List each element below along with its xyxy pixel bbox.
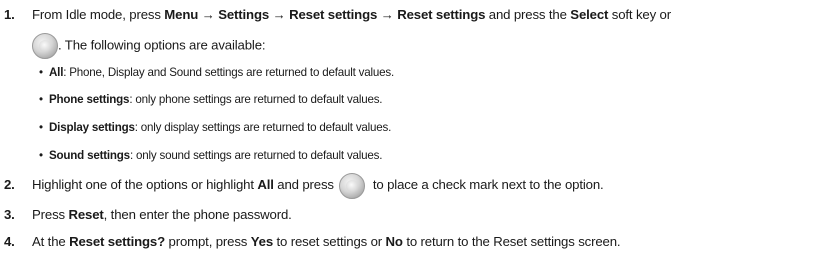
step-number: 2. xyxy=(4,177,15,192)
option-description: : only display settings are returned to … xyxy=(134,121,392,134)
yes-label: Yes xyxy=(250,234,274,249)
option-description: : only sound settings are returned to de… xyxy=(129,149,383,162)
bullet-icon: • xyxy=(39,93,43,106)
no-label: No xyxy=(385,234,403,249)
reset-prompt-label: Reset settings? xyxy=(69,234,166,249)
option-bullet-phone-settings: • Phone settings: only phone settings are… xyxy=(39,92,383,107)
step-number: 1. xyxy=(4,7,15,22)
text-run: Highlight one of the options or highligh… xyxy=(32,177,258,192)
text-run: Press xyxy=(32,207,69,222)
arrow-glyph: → xyxy=(198,7,219,22)
step-text: Press Reset, then enter the phone passwo… xyxy=(32,206,292,223)
step-text: From Idle mode, press Menu → Settings → … xyxy=(32,6,671,23)
instruction-page: 1. From Idle mode, press Menu → Settings… xyxy=(0,0,833,279)
text-run: soft key or xyxy=(608,7,671,22)
step-text: At the Reset settings? prompt, press Yes… xyxy=(32,233,621,250)
option-description: : only phone settings are returned to de… xyxy=(129,93,383,106)
option-name: All xyxy=(49,66,64,79)
text-run: . The following options are available: xyxy=(58,37,266,53)
text-run: , then enter the phone password. xyxy=(103,207,292,222)
step-1-continuation: . The following options are available: xyxy=(32,33,266,59)
menu-key-label: Menu xyxy=(164,7,199,22)
step-number: 3. xyxy=(4,207,15,222)
text-run: From Idle mode, press xyxy=(32,7,165,22)
text-run: to place a check mark next to the option… xyxy=(369,177,604,192)
bullet-icon: • xyxy=(39,66,43,79)
bullet-icon: • xyxy=(39,149,43,162)
option-name: Phone settings xyxy=(49,93,130,106)
reset-settings-label: Reset settings xyxy=(397,7,486,22)
reset-key-label: Reset xyxy=(68,207,104,222)
arrow-glyph: → xyxy=(377,7,398,22)
step-number: 4. xyxy=(4,234,15,249)
navigation-key-icon xyxy=(339,172,366,199)
text-run: to reset settings or xyxy=(273,234,386,249)
all-option-label: All xyxy=(257,177,274,192)
bullet-icon: • xyxy=(39,121,43,134)
step-text: Highlight one of the options or highligh… xyxy=(32,172,604,199)
text-run: and press xyxy=(273,177,338,192)
option-description: : Phone, Display and Sound settings are … xyxy=(63,66,394,79)
settings-label: Settings xyxy=(218,7,270,22)
navigation-key-icon xyxy=(32,33,58,59)
option-bullet-display-settings: • Display settings: only display settings… xyxy=(39,120,391,135)
option-name: Display settings xyxy=(49,121,135,134)
text-run: prompt, press xyxy=(165,234,251,249)
text-run: At the xyxy=(32,234,70,249)
select-key-label: Select xyxy=(570,7,609,22)
text-run: and press the xyxy=(485,7,571,22)
arrow-glyph: → xyxy=(269,7,290,22)
text-run: to return to the Reset settings screen. xyxy=(402,234,621,249)
option-name: Sound settings xyxy=(49,149,130,162)
reset-settings-label: Reset settings xyxy=(289,7,378,22)
option-bullet-all: • All: Phone, Display and Sound settings … xyxy=(39,65,394,80)
option-bullet-sound-settings: • Sound settings: only sound settings are… xyxy=(39,148,382,163)
